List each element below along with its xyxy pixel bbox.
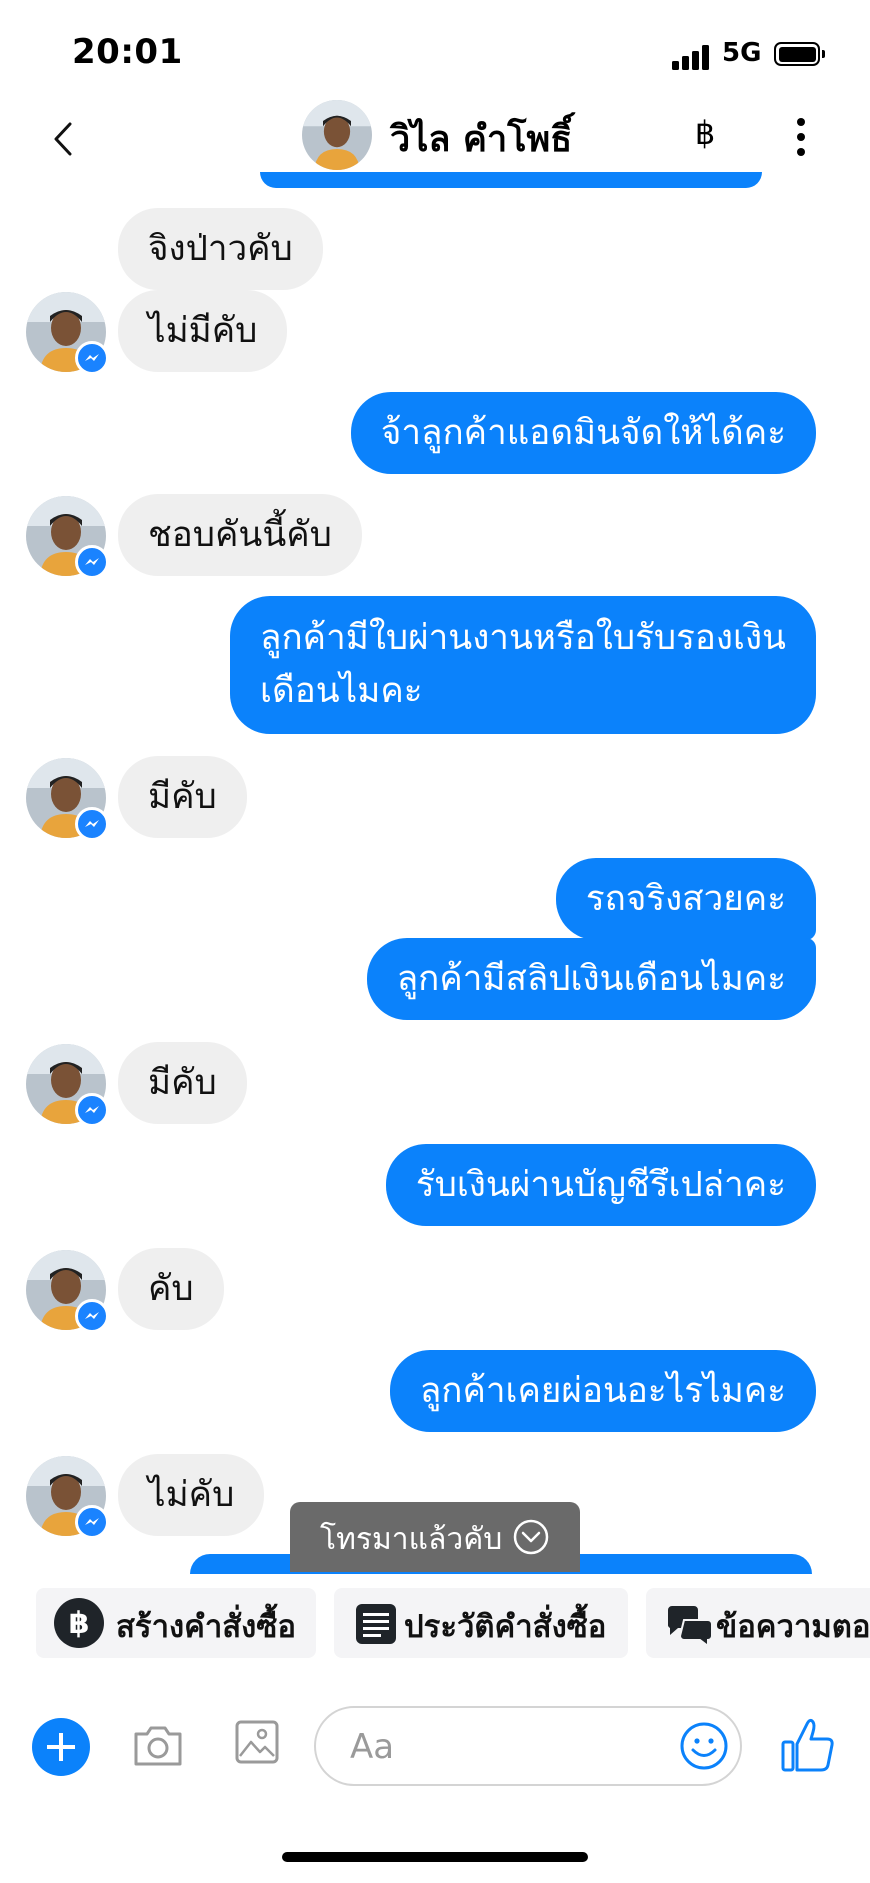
sender-avatar[interactable] [26, 1456, 109, 1539]
status-bar: 20:01 5G [0, 0, 870, 100]
messenger-badge-icon [75, 1505, 109, 1539]
message-bubble-incoming[interactable]: คับ [118, 1248, 224, 1330]
message-text: ไม่คับ [148, 1475, 235, 1515]
emoji-icon[interactable] [678, 1720, 730, 1772]
message-bubble-incoming[interactable]: ไม่มีคับ [118, 290, 288, 372]
messenger-badge-icon [75, 807, 109, 841]
message-text: คับ [148, 1269, 194, 1309]
messenger-badge-icon [75, 545, 109, 579]
gallery-button[interactable] [234, 1714, 280, 1770]
message-bubble-incoming[interactable]: มีคับ [118, 1042, 247, 1124]
thumbs-up-icon [781, 1718, 834, 1772]
avatar-photo [302, 100, 372, 170]
dot [797, 133, 805, 141]
message-bubble-outgoing[interactable]: รับเงินผ่านบัญชีรึเปล่าคะ [385, 1144, 816, 1226]
message-bubble-outgoing[interactable]: จ้าลูกค้าแอดมินจัดให้ได้คะ [350, 392, 816, 474]
chevron-down-circle-icon [513, 1519, 549, 1555]
messenger-badge-icon [75, 341, 109, 375]
dot [797, 148, 805, 156]
message-bubble-outgoing[interactable]: ลูกค้ามีสลิปเงินเดือนไมคะ [366, 938, 816, 1020]
chat-bubbles-icon [667, 1606, 713, 1648]
chip-label: ประวัติคำสั่งซื้อ [404, 1609, 607, 1645]
order-history-button[interactable]: ประวัติคำสั่งซื้อ [334, 1588, 628, 1658]
back-button[interactable] [48, 114, 88, 164]
message-input-box[interactable] [314, 1706, 742, 1786]
message-input[interactable] [348, 1722, 652, 1772]
dot [797, 118, 805, 126]
message-composer [0, 1690, 870, 1810]
contact-name[interactable]: วิไล คำโพธิ์ [390, 110, 572, 167]
message-text: รับเงินผ่านบัญชีรึเปล่าคะ [415, 1165, 786, 1205]
payment-button[interactable]: ฿ [690, 110, 720, 156]
message-text: มีคับ [148, 777, 217, 817]
messenger-badge-icon [75, 1093, 109, 1127]
message-text: ชอบคันนี้คับ [148, 515, 332, 555]
contact-avatar[interactable] [302, 100, 372, 170]
more-options-button[interactable] [790, 114, 812, 160]
camera-icon [134, 1726, 182, 1766]
signal-icon [672, 44, 710, 70]
new-message-toast[interactable]: โทรมาแล้วคับ [290, 1502, 580, 1572]
plus-icon [47, 1733, 75, 1761]
chip-label: สร้างคำสั่งซื้อ [116, 1609, 296, 1645]
camera-button[interactable] [130, 1718, 186, 1774]
message-text: รถจริงสวยคะ [585, 879, 786, 919]
baht-circle-icon: ฿ [54, 1598, 104, 1648]
message-bubble-incoming[interactable]: ชอบคันนี้คับ [118, 494, 362, 576]
message-bubble-outgoing[interactable]: ลูกค้าเคยผ่อนอะไรไมคะ [389, 1350, 816, 1432]
list-icon [356, 1604, 396, 1644]
svg-text:฿: ฿ [69, 1606, 90, 1641]
message-bubble-incoming[interactable]: ไม่คับ [118, 1454, 265, 1536]
message-text: ลูกค้ามีสลิปเงินเดือนไมคะ [396, 959, 786, 999]
message-bubble-incoming[interactable]: จิงป่าวคับ [118, 208, 323, 290]
message-text: มีคับ [148, 1063, 217, 1103]
battery-icon [774, 42, 825, 66]
quick-actions-bar: ฿ สร้างคำสั่งซื้อ ประวัติคำสั่งซื้อ ข้อค… [0, 1588, 870, 1660]
sender-avatar[interactable] [26, 1250, 109, 1333]
chevron-left-icon [54, 122, 72, 156]
saved-replies-button[interactable]: ข้อความตอ [646, 1588, 870, 1658]
message-text: จิงป่าวคับ [148, 229, 293, 269]
messenger-badge-icon [75, 1299, 109, 1333]
message-text: ลูกค้าเคยผ่อนอะไรไมคะ [419, 1371, 786, 1411]
chip-label: ข้อความตอ [716, 1609, 870, 1645]
image-icon [235, 1720, 279, 1764]
sender-avatar[interactable] [26, 1044, 109, 1127]
toast-label: โทรมาแล้วคับ [320, 1522, 503, 1557]
sender-avatar[interactable] [26, 292, 109, 375]
clock: 20:01 [72, 32, 183, 72]
message-bubble-outgoing[interactable]: รถจริงสวยคะ [555, 858, 816, 940]
sender-avatar[interactable] [26, 496, 109, 579]
message-bubble-outgoing-partial [260, 172, 762, 188]
add-button[interactable] [32, 1718, 90, 1776]
sender-avatar[interactable] [26, 758, 109, 841]
message-text: ไม่มีคับ [148, 311, 258, 351]
message-bubble-incoming[interactable]: มีคับ [118, 756, 247, 838]
message-bubble-outgoing[interactable]: ลูกค้ามีใบผ่านงานหรือใบรับรองเงิน เดือนไ… [230, 596, 816, 734]
create-order-button[interactable]: ฿ สร้างคำสั่งซื้อ [36, 1588, 316, 1658]
message-text: จ้าลูกค้าแอดมินจัดให้ได้คะ [380, 413, 786, 453]
network-type: 5G [722, 38, 762, 68]
message-text-line: เดือนไมคะ [260, 671, 423, 711]
message-text-line: ลูกค้ามีใบผ่านงานหรือใบรับรองเงิน [260, 618, 786, 658]
baht-icon: ฿ [694, 114, 716, 152]
like-button[interactable] [780, 1712, 836, 1776]
home-indicator[interactable] [282, 1852, 588, 1862]
